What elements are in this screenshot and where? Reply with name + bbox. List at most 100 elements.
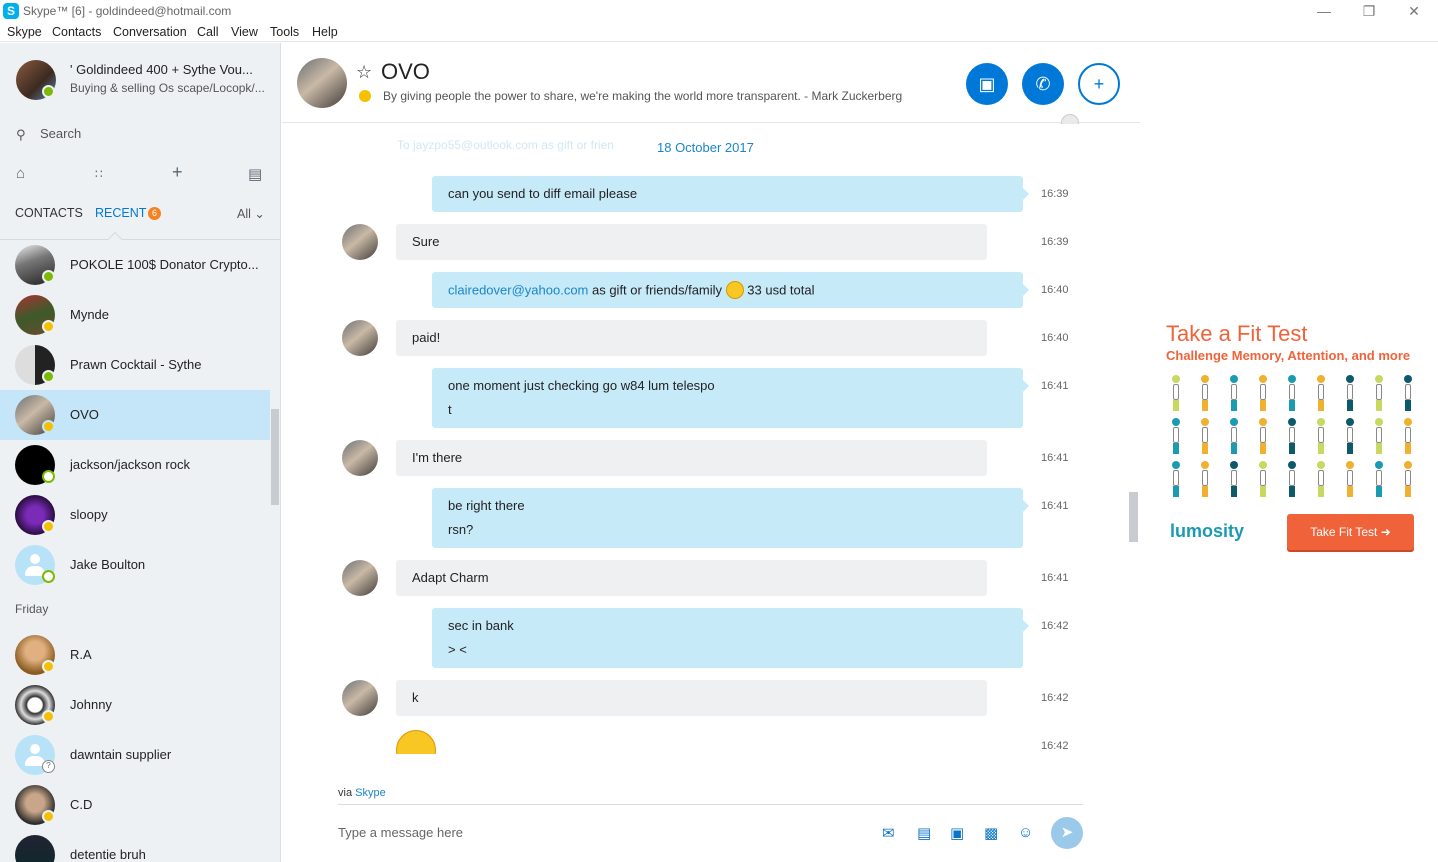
message-list: To jayzpo55@outlook.com as gift or frien… <box>282 124 1130 754</box>
contact-item[interactable]: C.D <box>0 780 270 830</box>
send-file-icon[interactable]: ✉ <box>882 824 895 842</box>
sender-avatar[interactable] <box>342 560 378 596</box>
home-icon[interactable]: ⌂ <box>16 165 25 182</box>
message-outgoing[interactable]: one moment just checking go w84 lum tele… <box>432 368 1029 428</box>
search-box[interactable]: ⚲ Search <box>16 125 266 145</box>
document-icon[interactable]: ▤ <box>917 824 931 842</box>
tab-contacts[interactable]: CONTACTS <box>15 206 83 220</box>
conversation-name[interactable]: OVO <box>381 59 430 85</box>
message-text: > < <box>448 642 467 657</box>
contact-name: C.D <box>70 797 93 812</box>
email-link[interactable]: clairedover@yahoo.com <box>448 282 588 297</box>
contact-name: sloopy <box>70 507 108 522</box>
message-outgoing[interactable]: can you send to diff email please <box>432 176 1029 212</box>
menu-view[interactable]: View <box>231 25 258 39</box>
chat-scrollbar[interactable] <box>1129 492 1138 542</box>
ad-subtitle: Challenge Memory, Attention, and more <box>1166 348 1411 363</box>
sender-avatar[interactable] <box>342 440 378 476</box>
sender-avatar[interactable] <box>342 320 378 356</box>
message-text-part: as gift or friends/family <box>588 282 726 298</box>
menu-contacts[interactable]: Contacts <box>52 25 101 39</box>
status-away-icon <box>42 710 55 723</box>
sender-avatar[interactable] <box>342 680 378 716</box>
ad-figure <box>1256 418 1270 454</box>
contact-item[interactable]: sloopy <box>0 490 270 540</box>
profile-name[interactable]: ' Goldindeed 400 + Sythe Vou... <box>70 62 253 77</box>
menu-call[interactable]: Call <box>197 25 219 39</box>
contact-item[interactable]: R.A <box>0 630 270 680</box>
message-time: 16:41 <box>1041 500 1069 512</box>
via-skype-link[interactable]: Skype <box>355 787 386 799</box>
contact-card-send-icon[interactable]: ▩ <box>984 824 998 842</box>
status-away-icon <box>42 660 55 673</box>
ad-figure <box>1343 418 1357 454</box>
contact-item[interactable]: jackson/jackson rock <box>0 440 270 490</box>
advertisement[interactable]: Take a Fit Test Challenge Memory, Attent… <box>1160 318 1430 558</box>
message-input[interactable] <box>338 822 858 842</box>
add-icon[interactable]: + <box>172 162 183 183</box>
dialpad-icon[interactable]: ∷ <box>95 167 103 181</box>
message-outgoing[interactable]: clairedover@yahoo.com as gift or friends… <box>432 272 1029 308</box>
sidebar-scrollbar[interactable] <box>271 409 279 505</box>
lumosity-logo: lumosity <box>1170 521 1245 541</box>
contact-item[interactable]: Jake Boulton <box>0 540 270 590</box>
message-incoming[interactable]: Adapt Charm <box>396 560 987 596</box>
message-time: 16:40 <box>1041 284 1069 296</box>
favorite-star-icon[interactable]: ☆ <box>356 62 372 83</box>
contact-name: Mynde <box>70 307 110 322</box>
search-placeholder[interactable]: Search <box>40 126 81 141</box>
ad-figure <box>1198 375 1212 411</box>
filter-dropdown[interactable]: All ⌄ <box>237 206 265 221</box>
menu-help[interactable]: Help <box>312 25 338 39</box>
message-text: rsn? <box>448 522 474 537</box>
close-button[interactable]: ✕ <box>1399 2 1429 20</box>
contact-item[interactable]: detentie bruh <box>0 830 270 862</box>
take-fit-test-button[interactable]: Take Fit Test ➜ <box>1287 514 1414 550</box>
message-time: 16:42 <box>1041 692 1069 704</box>
status-offline-icon <box>42 470 55 483</box>
contact-card-icon[interactable]: ▤ <box>248 165 262 183</box>
large-smile-emoji-icon[interactable] <box>396 730 436 754</box>
emoticon-icon[interactable]: ☺ <box>1018 824 1033 841</box>
message-outgoing[interactable]: sec in bank > < <box>432 608 1029 668</box>
message-text: sec in bank <box>448 618 514 633</box>
restore-button[interactable]: ❐ <box>1354 2 1384 20</box>
send-button[interactable]: ➤ <box>1051 817 1083 849</box>
message-time: 16:39 <box>1041 236 1069 248</box>
profile-mood[interactable]: Buying & selling Os scape/Locopk/... <box>70 81 265 95</box>
contact-item[interactable]: Mynde <box>0 290 270 340</box>
contact-item[interactable]: Prawn Cocktail - Sythe <box>0 340 270 390</box>
contact-item[interactable]: ? dawntain supplier <box>0 730 270 780</box>
faded-previous-message: To jayzpo55@outlook.com as gift or frien <box>397 138 614 152</box>
ad-figure <box>1227 418 1241 454</box>
contact-item-selected[interactable]: OVO <box>0 390 270 440</box>
sender-avatar[interactable] <box>342 224 378 260</box>
status-offline-icon <box>42 570 55 583</box>
ad-figure <box>1227 461 1241 497</box>
menu-conversation[interactable]: Conversation <box>113 25 187 39</box>
message-text: be right there <box>448 498 525 513</box>
menu-skype[interactable]: Skype <box>7 25 42 39</box>
video-message-icon[interactable]: ▣ <box>950 824 964 842</box>
message-incoming[interactable]: I'm there <box>396 440 987 476</box>
message-incoming[interactable]: paid! <box>396 320 987 356</box>
contact-name: R.A <box>70 647 92 662</box>
ad-figure <box>1401 375 1415 411</box>
recent-count-badge: 6 <box>148 207 161 220</box>
tab-recent[interactable]: RECENT <box>95 206 146 220</box>
minimize-button[interactable]: — <box>1309 2 1339 20</box>
audio-call-button[interactable]: ✆ <box>1022 63 1064 105</box>
message-incoming[interactable]: k <box>396 680 987 716</box>
add-people-button[interactable]: + <box>1078 63 1120 105</box>
menu-tools[interactable]: Tools <box>270 25 299 39</box>
contact-item[interactable]: Johnny <box>0 680 270 730</box>
conversation-avatar[interactable] <box>297 58 347 108</box>
contact-item[interactable]: POKOLE 100$ Donator Crypto... <box>0 240 270 290</box>
message-incoming[interactable]: Sure <box>396 224 987 260</box>
video-call-button[interactable]: ▣ <box>966 63 1008 105</box>
message-outgoing[interactable]: be right there rsn? <box>432 488 1029 548</box>
ad-figure <box>1372 418 1386 454</box>
message-time: 16:40 <box>1041 332 1069 344</box>
ad-figure <box>1314 375 1328 411</box>
status-away-icon <box>42 420 55 433</box>
